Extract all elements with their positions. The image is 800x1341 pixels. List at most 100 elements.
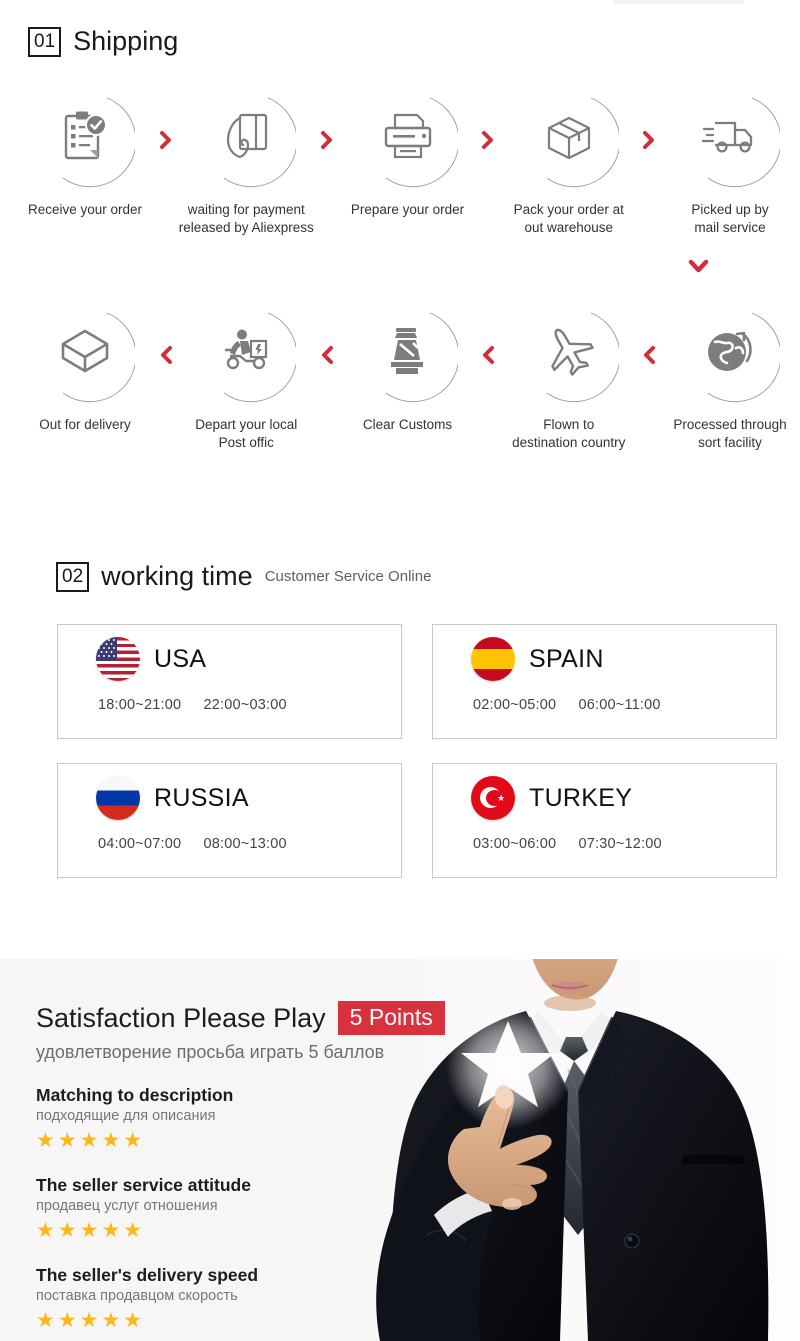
country-name: USA [154, 644, 207, 673]
scooter-courier-icon [218, 328, 274, 379]
top-strip-decoration [613, 0, 744, 4]
flag-usa-icon [96, 637, 140, 681]
shipping-flow-row-1: Receive your order waiting for payment r… [0, 88, 800, 237]
flag-russia-icon [96, 776, 140, 820]
country-hours: 18:00~21:00 22:00~03:00 [58, 697, 401, 713]
step-ring [680, 88, 780, 188]
hours-slot-2: 07:30~12:00 [578, 836, 662, 852]
country-name: SPAIN [529, 644, 604, 673]
clipboard-check-icon [60, 110, 110, 167]
chevron-right-icon [478, 88, 499, 150]
product-detail-page: 01 Shipping Receive your order waiting f… [0, 0, 800, 1341]
chevron-left-icon [478, 303, 499, 365]
shipping-step-picked-up: Picked up by mail service [660, 88, 800, 237]
country-card-spain[interactable]: SPAIN 02:00~05:00 06:00~11:00 [432, 624, 777, 740]
chevron-left-icon [155, 303, 176, 365]
step-label: waiting for payment released by Aliexpres… [178, 202, 314, 235]
shipping-flow-row-2: Out for delivery Depart your local Post … [0, 303, 800, 452]
rating-item-matching-description: Matching to description подходящие для о… [36, 1085, 445, 1153]
satisfaction-section: Satisfaction Please Play 5 Points удовле… [0, 959, 800, 1341]
shipping-step-waiting-payment: waiting for payment released by Aliexpres… [176, 88, 316, 237]
shipping-step-depart-post-office: Depart your local Post offic [176, 303, 316, 452]
step-ring [519, 303, 619, 403]
points-badge: 5 Points [337, 1001, 445, 1036]
shipping-step-clear-customs: Clear Customs [338, 303, 478, 434]
working-time-section-subtitle: Customer Service Online [264, 568, 432, 585]
box-closed-icon [543, 112, 595, 165]
satisfaction-content: Satisfaction Please Play 5 Points удовле… [36, 1001, 445, 1333]
country-name: RUSSIA [154, 783, 249, 812]
delivery-truck-icon [701, 115, 758, 162]
country-hours: 03:00~06:00 07:30~12:00 [433, 836, 776, 852]
chevron-right-icon [155, 88, 176, 150]
hours-slot-1: 03:00~06:00 [473, 836, 557, 852]
chevron-right-icon [639, 88, 660, 150]
shipping-section-header: 01 Shipping [28, 26, 178, 57]
step-label: Flown to destination country [512, 417, 626, 450]
airplane-icon [543, 325, 595, 382]
step-label: Picked up by mail service [691, 202, 769, 235]
hours-slot-2: 08:00~13:00 [203, 836, 287, 852]
rating-label-ru: подходящие для описания [36, 1108, 216, 1125]
rating-stars[interactable]: ★★★★★ [36, 1218, 445, 1243]
card-left-tick [57, 810, 58, 879]
satisfaction-title: Satisfaction Please Play [36, 1002, 326, 1033]
step-ring [680, 303, 780, 403]
hours-slot-1: 04:00~07:00 [98, 836, 182, 852]
step-label: Prepare your order [350, 202, 465, 217]
country-card-russia[interactable]: RUSSIA 04:00~07:00 08:00~13:00 [57, 763, 402, 879]
satisfaction-title-row: Satisfaction Please Play 5 Points [36, 1001, 445, 1036]
rating-label-ru: продавец услуг отношения [36, 1198, 218, 1215]
rating-label-en: The seller service attitude [36, 1175, 251, 1196]
flag-turkey-icon: ★ [471, 776, 515, 820]
step-label: Clear Customs [362, 417, 453, 432]
step-label: Out for delivery [39, 417, 131, 432]
shipping-step-sort-facility: Processed through sort facility [660, 303, 800, 452]
card-left-tick [432, 671, 433, 740]
hours-slot-2: 06:00~11:00 [578, 697, 661, 713]
step-label: Depart your local Post offic [195, 417, 298, 450]
printer-icon [381, 112, 435, 165]
rating-item-service-attitude: The seller service attitude продавец усл… [36, 1175, 445, 1243]
country-hours: 02:00~05:00 06:00~11:00 [433, 697, 776, 713]
chevron-left-icon [316, 303, 337, 365]
step-label: Processed through sort facility [673, 417, 787, 450]
shipping-section-title: Shipping [73, 26, 179, 56]
shipping-step-pack-order: Pack your order at out warehouse [499, 88, 639, 237]
step-ring [35, 88, 135, 188]
rating-stars[interactable]: ★★★★★ [36, 1308, 445, 1333]
country-card-usa[interactable]: USA 18:00~21:00 22:00~03:00 [57, 624, 402, 740]
customs-officer-icon [383, 326, 433, 381]
shipping-section-number: 01 [28, 26, 62, 57]
shipping-step-out-for-delivery: Out for delivery [15, 303, 155, 434]
shipping-step-receive-order: Receive your order [15, 88, 155, 219]
card-left-tick [432, 810, 433, 879]
country-card-turkey[interactable]: ★ TURKEY 03:00~06:00 07:30~12:00 [432, 763, 777, 879]
working-time-section-title: working time [101, 561, 253, 591]
rating-label-en: Matching to description [36, 1085, 234, 1106]
step-ring [196, 303, 297, 403]
country-name: TURKEY [529, 783, 633, 812]
hours-slot-1: 18:00~21:00 [98, 697, 182, 713]
shipping-step-flown-destination: Flown to destination country [499, 303, 639, 452]
globe-arrow-icon [703, 326, 757, 381]
rating-label-en: The seller's delivery speed [36, 1265, 259, 1286]
chevron-right-icon [316, 88, 337, 150]
step-ring [519, 88, 619, 188]
step-ring [35, 303, 135, 403]
step-label: Pack your order at out warehouse [513, 202, 624, 235]
hours-slot-2: 22:00~03:00 [203, 697, 287, 713]
rating-label-ru: поставка продавцом скорость [36, 1288, 238, 1305]
chevron-down-icon [688, 258, 709, 279]
step-ring [196, 88, 297, 188]
card-left-tick [57, 671, 58, 740]
step-label: Receive your order [27, 202, 143, 217]
country-hours: 04:00~07:00 08:00~13:00 [58, 836, 401, 852]
step-ring [358, 303, 458, 403]
shipping-step-prepare-order: Prepare your order [338, 88, 478, 219]
rating-stars[interactable]: ★★★★★ [36, 1128, 445, 1153]
flag-spain-icon [471, 637, 515, 681]
rating-item-delivery-speed: The seller's delivery speed поставка про… [36, 1265, 445, 1333]
step-ring [358, 88, 458, 188]
working-time-section-header: 02 working time Customer Service Online [56, 561, 431, 592]
